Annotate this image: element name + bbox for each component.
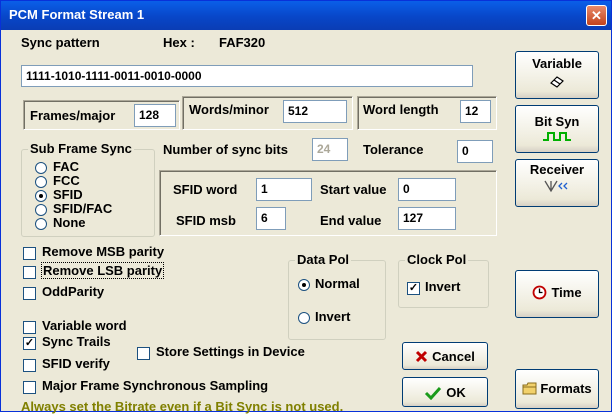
radio-fcc[interactable] — [35, 176, 47, 188]
receiver-button-label: Receiver — [529, 162, 585, 177]
ok-button-label: OK — [446, 385, 466, 400]
bit-syn-button[interactable]: Bit Syn — [515, 105, 599, 153]
major-frame-sampling-label: Major Frame Synchronous Sampling — [42, 378, 269, 393]
time-button-content: Time — [516, 285, 598, 300]
sync-pattern-input[interactable]: 1111-1010-1111-0011-0010-0000 — [21, 65, 473, 87]
close-button[interactable]: ✕ — [586, 5, 607, 26]
square-wave-icon — [543, 132, 571, 141]
data-pol-invert-label: Invert — [315, 309, 351, 324]
data-pol-invert-radio[interactable] — [298, 312, 310, 324]
sync-pattern-label: Sync pattern — [21, 35, 100, 50]
hex-value: FAF320 — [219, 35, 266, 50]
x-icon — [416, 350, 428, 363]
formats-button-label: Formats — [540, 381, 592, 396]
odd-parity-checkbox[interactable] — [23, 287, 36, 300]
variable-button[interactable]: Variable — [515, 51, 599, 99]
receiver-button[interactable]: Receiver — [515, 159, 599, 207]
store-settings-checkbox[interactable] — [137, 347, 150, 360]
ok-button[interactable]: OK — [402, 377, 488, 407]
remove-lsb-parity-label: Remove LSB parity — [41, 262, 165, 279]
radio-sfid[interactable] — [35, 190, 47, 202]
cancel-button[interactable]: Cancel — [402, 342, 488, 370]
sync-trails-label: Sync Trails — [42, 334, 111, 349]
radio-sfid-label: SFID — [53, 187, 83, 202]
antenna-icon — [544, 180, 568, 193]
num-sync-bits-label: Number of sync bits — [163, 142, 288, 157]
word-length-label: Word length — [363, 102, 439, 117]
sfid-verify-label: SFID verify — [42, 356, 110, 371]
pcm-format-dialog: PCM Format Stream 1 ✕ Sync pattern Hex :… — [0, 0, 612, 414]
words-minor-label: Words/minor — [189, 102, 269, 117]
sync-trails-checkbox[interactable]: ✓ — [23, 337, 36, 350]
clock-icon — [533, 285, 547, 300]
window-title: PCM Format Stream 1 — [9, 7, 145, 22]
sfid-word-input[interactable]: 1 — [256, 178, 312, 201]
start-value-input[interactable]: 0 — [398, 178, 456, 201]
clock-pol-invert-checkbox[interactable]: ✓ — [407, 282, 420, 295]
radio-fcc-label: FCC — [53, 173, 80, 188]
frames-major-label: Frames/major — [30, 108, 116, 123]
sfid-word-label: SFID word — [173, 182, 238, 197]
radio-none[interactable] — [35, 218, 47, 230]
data-pol-normal-radio[interactable] — [298, 279, 310, 291]
sfid-verify-checkbox[interactable] — [23, 359, 36, 372]
formats-button[interactable]: Formats — [515, 369, 599, 409]
radio-fac-label: FAC — [53, 159, 79, 174]
radio-sfid-fac[interactable] — [35, 204, 47, 216]
tolerance-input[interactable]: 0 — [457, 140, 493, 163]
hex-label: Hex : — [163, 35, 195, 50]
formats-button-content: Formats — [516, 381, 598, 396]
cancel-button-content: Cancel — [403, 349, 487, 364]
data-pol-group: Data Pol — [288, 252, 386, 340]
store-settings-label: Store Settings in Device — [156, 344, 305, 359]
data-pol-normal-label: Normal — [315, 276, 360, 291]
tolerance-label: Tolerance — [363, 142, 424, 157]
clock-pol-legend: Clock Pol — [405, 252, 469, 267]
radio-none-label: None — [53, 215, 86, 230]
major-frame-sampling-checkbox[interactable] — [23, 381, 36, 394]
frames-major-input[interactable]: 128 — [134, 104, 176, 127]
bit-syn-button-label: Bit Syn — [534, 114, 580, 129]
end-value-input[interactable]: 127 — [398, 207, 456, 230]
end-value-label: End value — [320, 213, 382, 228]
remove-lsb-parity-checkbox[interactable] — [23, 266, 36, 279]
folder-icon — [522, 382, 537, 395]
time-button-label: Time — [551, 285, 582, 300]
num-sync-bits-input[interactable]: 24 — [312, 138, 348, 161]
sfid-msb-input[interactable]: 6 — [256, 207, 286, 230]
radio-fac[interactable] — [35, 162, 47, 174]
remove-msb-parity-label: Remove MSB parity — [42, 244, 165, 259]
checkmark-icon — [425, 386, 442, 401]
remove-msb-parity-checkbox[interactable] — [23, 247, 36, 260]
eraser-icon — [550, 76, 564, 88]
word-length-input[interactable]: 12 — [460, 100, 491, 123]
words-minor-input[interactable]: 512 — [283, 100, 347, 123]
variable-button-label: Variable — [532, 56, 582, 71]
odd-parity-label: OddParity — [42, 284, 105, 299]
ok-button-content: OK — [403, 385, 487, 401]
time-button[interactable]: Time — [515, 270, 599, 318]
title-bar: PCM Format Stream 1 ✕ — [1, 1, 611, 30]
clock-pol-invert-label: Invert — [425, 279, 461, 294]
variable-word-label: Variable word — [42, 318, 127, 333]
radio-sfid-fac-label: SFID/FAC — [53, 201, 113, 216]
variable-word-checkbox[interactable] — [23, 321, 36, 334]
start-value-label: Start value — [320, 182, 387, 197]
sub-frame-sync-legend: Sub Frame Sync — [28, 141, 134, 156]
sfid-msb-label: SFID msb — [176, 213, 236, 228]
data-pol-legend: Data Pol — [295, 252, 352, 267]
cancel-button-label: Cancel — [432, 349, 475, 364]
